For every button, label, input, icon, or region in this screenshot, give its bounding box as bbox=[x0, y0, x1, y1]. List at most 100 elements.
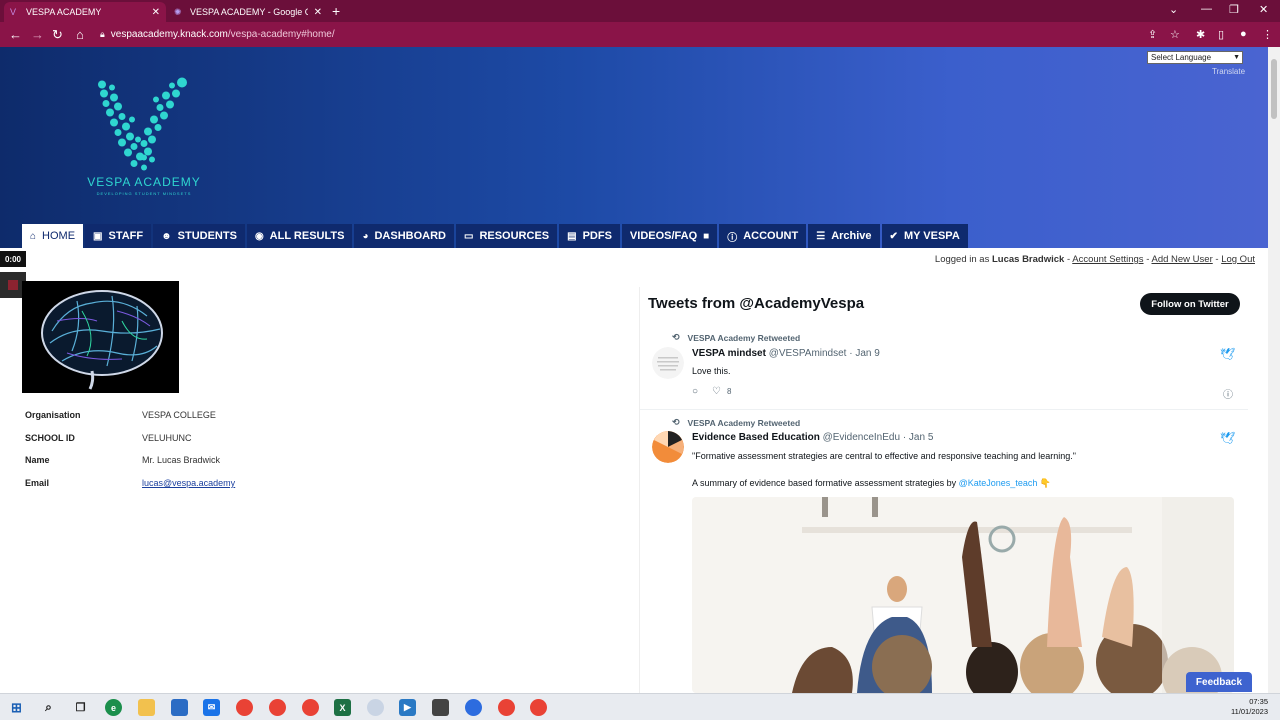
profile-icon[interactable]: ● bbox=[1240, 28, 1247, 40]
vespa-favicon-icon: V bbox=[10, 7, 17, 17]
steam-icon[interactable] bbox=[432, 699, 449, 716]
tweet-handle[interactable]: @VESPAmindset bbox=[769, 348, 847, 359]
tweet-date[interactable]: · Jan 5 bbox=[903, 432, 934, 443]
nav-label: DASHBOARD bbox=[374, 230, 446, 242]
add-new-user-link[interactable]: Add New User bbox=[1151, 254, 1212, 265]
page-scrollbar[interactable] bbox=[1268, 47, 1280, 693]
twitter-bird-icon[interactable]: 🕊︎ bbox=[1220, 431, 1235, 445]
file-explorer-icon[interactable] bbox=[138, 699, 155, 716]
profile-row: Email lucas@vespa.academy bbox=[25, 472, 235, 495]
main-nav: ⌂ HOME ▣ STAFF ☻ STUDENTS ◉ ALL RESULTS … bbox=[22, 224, 968, 248]
separator: - bbox=[1066, 254, 1071, 265]
tweet-actions: ○ ♡ 8 bbox=[692, 386, 731, 397]
windows-start-icon[interactable]: ⊞ bbox=[8, 699, 25, 716]
home-browser-icon[interactable]: ⌂ bbox=[76, 27, 84, 42]
info-icon[interactable]: ⓘ bbox=[1223, 386, 1233, 401]
chrome-icon[interactable] bbox=[530, 699, 547, 716]
session-bar: Logged in as Lucas Bradwick - Account Se… bbox=[935, 254, 1255, 265]
back-icon[interactable]: ← bbox=[9, 27, 22, 42]
edge-icon[interactable]: e bbox=[105, 699, 122, 716]
forward-icon[interactable]: → bbox=[31, 27, 44, 42]
restore-icon[interactable]: ❐ bbox=[1229, 3, 1239, 16]
tweet-header: VESPA mindset @VESPAmindset · Jan 9 bbox=[692, 348, 880, 359]
mail-icon[interactable]: ✉ bbox=[203, 699, 220, 716]
follow-on-twitter-button[interactable]: Follow on Twitter bbox=[1140, 293, 1240, 315]
store-icon[interactable] bbox=[171, 699, 188, 716]
like-icon[interactable]: ♡ bbox=[712, 386, 721, 397]
close-tab-icon[interactable]: ✕ bbox=[314, 7, 322, 18]
nav-label: ACCOUNT bbox=[743, 230, 799, 242]
tweet-author-name[interactable]: Evidence Based Education bbox=[692, 432, 820, 443]
profile-label: Organisation bbox=[25, 410, 81, 421]
tab-title: VESPA ACADEMY - Google Chro bbox=[190, 7, 308, 17]
nav-label: STAFF bbox=[108, 230, 144, 242]
zoom-icon[interactable] bbox=[465, 699, 482, 716]
users-icon: ☻ bbox=[161, 230, 172, 242]
menu-dots-icon[interactable]: ⋮ bbox=[1262, 28, 1273, 41]
scrollbar-thumb[interactable] bbox=[1271, 59, 1277, 119]
tweet-text: "Formative assessment strategies are cen… bbox=[692, 451, 1076, 461]
share-icon[interactable]: ⇪ bbox=[1148, 28, 1157, 41]
tweet-date[interactable]: · Jan 9 bbox=[849, 348, 880, 359]
profile-value: VESPA COLLEGE bbox=[142, 410, 216, 421]
media-player-icon[interactable]: ▶ bbox=[399, 699, 416, 716]
nav-item-all-results[interactable]: ◉ ALL RESULTS bbox=[246, 224, 353, 248]
chrome-icon[interactable] bbox=[269, 699, 286, 716]
browser-tab-vespa[interactable]: V VESPA ACADEMY ✕ bbox=[4, 2, 166, 22]
tweet-author-name[interactable]: VESPA mindset bbox=[692, 348, 766, 359]
language-select[interactable]: Select Language ▼ bbox=[1147, 51, 1243, 64]
close-tab-icon[interactable]: ✕ bbox=[152, 7, 160, 18]
minimize-icon[interactable]: — bbox=[1201, 3, 1212, 15]
avatar[interactable] bbox=[652, 347, 684, 379]
snipping-tool-icon[interactable] bbox=[367, 699, 384, 716]
nav-label: Archive bbox=[831, 230, 872, 242]
account-settings-link[interactable]: Account Settings bbox=[1072, 254, 1143, 265]
nav-item-home[interactable]: ⌂ HOME bbox=[22, 224, 84, 248]
mention-link[interactable]: @KateJones_teach bbox=[959, 478, 1038, 488]
logo-text: VESPA ACADEMY bbox=[87, 175, 201, 189]
star-icon[interactable]: ☆ bbox=[1170, 28, 1180, 41]
task-view-icon[interactable]: ❐ bbox=[72, 699, 89, 716]
nav-item-account[interactable]: ⓘ ACCOUNT bbox=[719, 224, 807, 248]
reply-icon[interactable]: ○ bbox=[692, 386, 698, 397]
nav-item-my-vespa[interactable]: ✔ MY VESPA bbox=[881, 224, 968, 248]
nav-label: ALL RESULTS bbox=[269, 230, 345, 242]
email-link[interactable]: lucas@vespa.academy bbox=[142, 478, 235, 488]
nav-item-students[interactable]: ☻ STUDENTS bbox=[153, 224, 245, 248]
profile-row: Name Mr. Lucas Bradwick bbox=[25, 449, 235, 472]
nav-item-archive[interactable]: ☰ Archive bbox=[808, 224, 880, 248]
avatar[interactable] bbox=[652, 431, 684, 463]
chrome-icon[interactable] bbox=[302, 699, 319, 716]
nav-item-dashboard[interactable]: ◕ DASHBOARD bbox=[354, 224, 454, 248]
separator: - bbox=[1215, 254, 1219, 265]
url-host: vespaacademy.knack.com bbox=[110, 29, 228, 40]
url-path: /vespa-academy#home/ bbox=[227, 29, 335, 40]
chevron-down-icon[interactable]: ⌄ bbox=[1169, 3, 1178, 16]
tweet-media-image[interactable] bbox=[692, 497, 1234, 693]
profile-value: Mr. Lucas Bradwick bbox=[142, 455, 221, 466]
new-tab-icon[interactable]: + bbox=[332, 3, 340, 19]
gear-favicon-icon: ✺ bbox=[174, 7, 182, 17]
nav-item-resources[interactable]: ▭ RESOURCES bbox=[455, 224, 558, 248]
chrome-icon[interactable] bbox=[498, 699, 515, 716]
twitter-bird-icon[interactable]: 🕊︎ bbox=[1220, 347, 1235, 361]
nav-item-pdfs[interactable]: ▤ PDFS bbox=[559, 224, 620, 248]
search-icon[interactable]: ⌕ bbox=[40, 699, 57, 716]
extensions-icon[interactable]: ✱ bbox=[1196, 28, 1205, 41]
feedback-button[interactable]: Feedback bbox=[1186, 672, 1252, 692]
pointing-down-emoji: 👇 bbox=[1039, 478, 1052, 488]
close-window-icon[interactable]: ✕ bbox=[1259, 3, 1268, 16]
system-clock[interactable]: 07:35 11/01/2023 bbox=[1231, 697, 1268, 717]
archive-icon: ☰ bbox=[816, 230, 826, 242]
chrome-icon[interactable] bbox=[236, 699, 253, 716]
nav-item-staff[interactable]: ▣ STAFF bbox=[85, 224, 152, 248]
excel-icon[interactable]: X bbox=[334, 699, 351, 716]
browser-tab-chrome[interactable]: ✺ VESPA ACADEMY - Google Chro ✕ bbox=[168, 2, 328, 22]
tweet-handle[interactable]: @EvidenceInEdu bbox=[823, 432, 900, 443]
url-field[interactable]: 🔒︎ vespaacademy.knack.com /vespa-academy… bbox=[100, 26, 335, 43]
nav-item-videos-faq[interactable]: VIDEOS/FAQ ■ bbox=[621, 224, 718, 248]
log-out-link[interactable]: Log Out bbox=[1221, 254, 1255, 265]
sidepanel-icon[interactable]: ▯ bbox=[1218, 28, 1224, 41]
reload-icon[interactable]: ↻ bbox=[52, 27, 63, 43]
logged-in-prefix: Logged in as bbox=[934, 254, 990, 265]
